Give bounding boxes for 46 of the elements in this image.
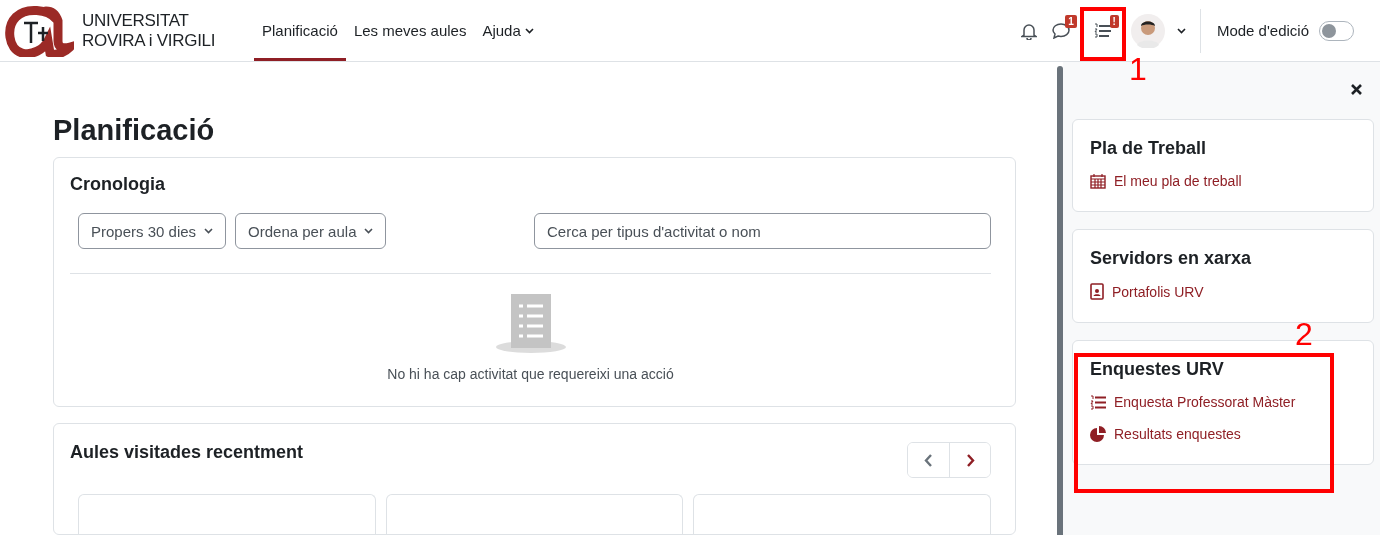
calendar-icon xyxy=(1090,173,1106,189)
page-title: Planificació xyxy=(53,114,216,147)
block-title: Servidors en xarxa xyxy=(1090,248,1253,269)
nav-tab[interactable]: Planificació xyxy=(254,0,346,61)
block-link[interactable]: Resultats enquestes xyxy=(1090,426,1356,442)
alert-badge: ! xyxy=(1109,14,1119,28)
scrollbar[interactable] xyxy=(1056,66,1063,535)
annotation-number: 1 xyxy=(1128,52,1147,85)
search-field[interactable]: Cerca per tipus d'activitat o nom xyxy=(534,213,991,249)
block-title: Pla de Treball xyxy=(1090,138,1208,159)
filter-dropdown[interactable]: Propers 30 dies xyxy=(78,213,227,249)
numbered-list-icon xyxy=(1090,394,1106,410)
block-link[interactable]: Portafolis URV xyxy=(1090,283,1356,300)
next-button[interactable] xyxy=(949,443,990,477)
nav-tab[interactable]: Les meves aules xyxy=(345,0,475,61)
work-plan-button[interactable]: ! xyxy=(1086,14,1119,47)
empty-list-icon xyxy=(494,294,567,354)
edit-mode-switch[interactable] xyxy=(1319,20,1354,41)
messages-button[interactable]: 1 xyxy=(1044,14,1077,47)
pie-chart-icon xyxy=(1090,426,1106,442)
chevron-right-icon xyxy=(965,453,975,467)
notification-badge: 1 xyxy=(1065,14,1077,28)
annotation-frame xyxy=(1079,6,1126,61)
caret-icon xyxy=(1176,27,1186,34)
card-title: Aules visitades recentment xyxy=(70,442,304,463)
empty-message: No hi ha cap activitat que requereixi una acció xyxy=(387,366,674,382)
numbered-list-icon xyxy=(1093,22,1112,39)
speech-bubble-icon xyxy=(1051,22,1070,39)
chevron-left-icon xyxy=(924,453,933,467)
id-badge-icon xyxy=(1090,283,1104,300)
annotation-number: 2 xyxy=(1295,318,1313,350)
caret-icon xyxy=(204,228,214,234)
card-title: Cronologia xyxy=(70,174,166,195)
block-title: Enquestes URV xyxy=(1090,359,1225,380)
edit-mode-label: Mode d'edició xyxy=(1216,22,1309,39)
close-icon[interactable] xyxy=(1351,84,1362,95)
university-name: UNIVERSITAT ROVIRA i VIRGILI xyxy=(82,10,216,51)
block-link[interactable]: El meu pla de treball xyxy=(1090,173,1356,189)
nav-tab[interactable]: Ajuda xyxy=(474,0,542,61)
logo-icon xyxy=(4,4,74,57)
block-link[interactable]: Enquesta Professorat Màster xyxy=(1090,394,1356,410)
bell-icon xyxy=(1020,21,1037,40)
user-avatar[interactable] xyxy=(1130,13,1165,48)
filter-dropdown[interactable]: Ordena per aula xyxy=(235,213,387,249)
caret-icon xyxy=(524,27,534,34)
caret-icon xyxy=(364,228,374,234)
